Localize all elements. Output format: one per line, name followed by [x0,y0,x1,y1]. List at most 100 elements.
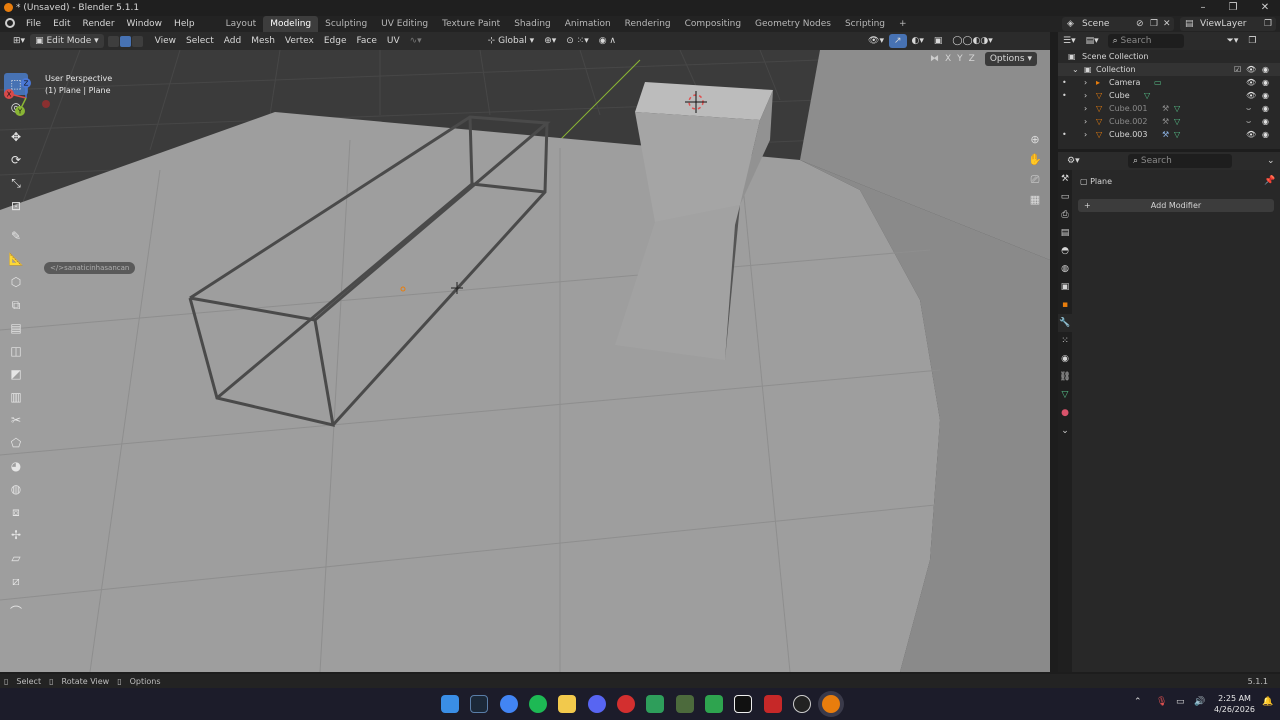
expand-icon[interactable]: › [1084,115,1087,128]
face-select-button[interactable] [131,35,143,47]
menu-face[interactable]: Face [352,34,382,48]
transform-orientation[interactable]: ⊹ Global ▾ [483,34,540,48]
notifications-icon[interactable]: 🔔 [1262,697,1273,707]
shrink-fatten-tool-icon[interactable]: ✢ [4,524,28,546]
pivot-icon[interactable]: ⊕▾ [539,34,561,48]
view-layer-selector[interactable]: ▤ ViewLayer ❐ [1180,17,1276,31]
tab-shading[interactable]: Shading [507,16,558,32]
constraints-tab-icon[interactable]: ⛓ [1058,368,1072,386]
world-tab-icon[interactable]: ◍ [1058,260,1072,278]
options-dropdown[interactable]: Options ▾ [984,52,1037,66]
xray-icon[interactable]: ▣ [929,34,948,48]
pin-icon[interactable]: ⊘ [1136,17,1144,31]
expand-icon[interactable]: › [1084,102,1087,115]
axis-z[interactable]: Z [969,54,975,64]
knife-tool-icon[interactable]: ✂ [4,409,28,431]
collection-tab-icon[interactable]: ▣ [1058,278,1072,296]
outliner-editor-type-icon[interactable]: ☰▾ [1058,34,1081,48]
extrude-region-tool-icon[interactable]: ▤ [4,317,28,339]
blender-menu-icon[interactable] [5,18,15,28]
data-tab-icon[interactable]: ▽ [1058,386,1072,404]
add-workspace-button[interactable]: + [892,16,914,32]
menu-edge[interactable]: Edge [319,34,352,48]
file-explorer-icon[interactable] [558,695,576,713]
spotify-icon[interactable] [529,695,547,713]
menu-help[interactable]: Help [168,16,201,32]
pan-icon[interactable]: ✋ [1026,151,1044,169]
expand-icon[interactable]: ⌄ [1072,63,1079,76]
rip-tool-icon[interactable]: ⧄ [4,570,28,592]
inset-tool-icon[interactable]: ◫ [4,340,28,362]
tab-texture-paint[interactable]: Texture Paint [435,16,507,32]
menu-file[interactable]: File [20,16,47,32]
steam-icon[interactable] [470,695,488,713]
poly-build-tool-icon[interactable]: ⬠ [4,432,28,454]
rotate-tool-icon[interactable]: ⟳ [4,149,28,171]
render-camera-icon[interactable]: ◉ [1262,76,1269,89]
ortho-toggle-icon[interactable]: ▦ [1026,191,1044,209]
mirror-icon[interactable]: ⧓ [930,54,939,64]
network-icon[interactable]: ▭ [1176,697,1185,707]
collection-checkbox-icon[interactable]: ☑ [1234,63,1241,76]
bevel-tool-icon[interactable]: ◩ [4,363,28,385]
blender-taskbar-icon[interactable] [822,695,840,713]
custom-tool-icon[interactable]: ⌒ [4,600,28,622]
tab-scripting[interactable]: Scripting [838,16,892,32]
visibility-eye-icon[interactable]: 👁 [1246,128,1256,141]
outliner-row-cube-003[interactable]: • › ▽ Cube.003 ⚒ ▽ 👁 ◉ [1058,128,1280,141]
tab-layout[interactable]: Layout [219,16,264,32]
measure-tool-icon[interactable]: 📐 [4,248,28,270]
filter-icon[interactable]: ⏷▾ [1222,34,1244,48]
app-red-icon[interactable] [617,695,635,713]
chrome-icon[interactable] [500,695,518,713]
obs-icon[interactable] [793,695,811,713]
new-view-layer-icon[interactable]: ❐ [1264,17,1272,31]
outliner-row-camera[interactable]: • › ▸ Camera ▭ 👁 ◉ [1058,76,1280,89]
menu-mesh[interactable]: Mesh [246,34,280,48]
edge-slide-tool-icon[interactable]: ⧈ [4,501,28,523]
new-scene-icon[interactable]: ❐ [1150,17,1158,31]
tab-modeling[interactable]: Modeling [263,16,319,32]
microphone-icon[interactable]: 🎙 [1156,697,1167,707]
controller-icon[interactable] [676,695,694,713]
hidden-eye-icon[interactable]: ⌣ [1246,115,1251,128]
render-camera-icon[interactable]: ◉ [1262,89,1269,102]
gizmo-toggle-icon[interactable]: ↗ [888,34,907,48]
discord-icon[interactable] [588,695,606,713]
visibility-eye-icon[interactable]: 👁 [1246,89,1256,102]
clock[interactable]: 2:25 AM 4/26/2026 [1214,693,1255,715]
tab-sculpting[interactable]: Sculpting [318,16,374,32]
tab-compositing[interactable]: Compositing [678,16,748,32]
proportional-edit-icon[interactable]: ◉ ∧ [594,34,621,48]
add-modifier-button[interactable]: + Add Modifier [1078,199,1274,212]
outliner-row-cube[interactable]: • › ▽ Cube ▽ 👁 ◉ [1058,89,1280,102]
tab-animation[interactable]: Animation [558,16,618,32]
overlay-icon[interactable]: ◐▾ [907,34,929,48]
outliner-row-scene-collection[interactable]: ▣ Scene Collection [1058,50,1280,63]
camera-view-icon[interactable]: ⎚ [1026,171,1044,189]
outliner-search-field[interactable]: ⌕ Search [1107,34,1184,48]
tab-rendering[interactable]: Rendering [618,16,678,32]
office-icon[interactable] [764,695,782,713]
shading-icon[interactable]: ◯◯◐◑▾ [947,34,997,48]
render-camera-icon[interactable]: ◉ [1262,102,1269,115]
view-layer-tab-icon[interactable]: ▤ [1058,224,1072,242]
zoom-icon[interactable]: ⊕ [1026,131,1044,149]
display-mode-icon[interactable]: ▤▾ [1081,34,1104,48]
gamepad-icon[interactable] [646,695,664,713]
move-tool-icon[interactable]: ✥ [4,126,28,148]
shear-tool-icon[interactable]: ▱ [4,547,28,569]
add-cube-tool-icon[interactable]: ⬡ [4,271,28,293]
menu-render[interactable]: Render [77,16,121,32]
render-tab-icon[interactable]: ▭ [1058,188,1072,206]
modifier-tab-icon[interactable]: 🔧 [1058,314,1072,332]
mode-selector[interactable]: ▣ Edit Mode ▾ [30,34,104,48]
render-camera-icon[interactable]: ◉ [1262,115,1269,128]
tab-geometry-nodes[interactable]: Geometry Nodes [748,16,838,32]
physics-tab-icon[interactable]: ◉ [1058,350,1072,368]
minimize-button[interactable]: – [1188,0,1218,16]
new-collection-icon[interactable]: ❐ [1243,34,1261,48]
object-tab-icon[interactable]: ▪ [1058,296,1072,314]
hidden-eye-icon[interactable]: ⌣ [1246,102,1251,115]
scene-tab-icon[interactable]: ◓ [1058,242,1072,260]
